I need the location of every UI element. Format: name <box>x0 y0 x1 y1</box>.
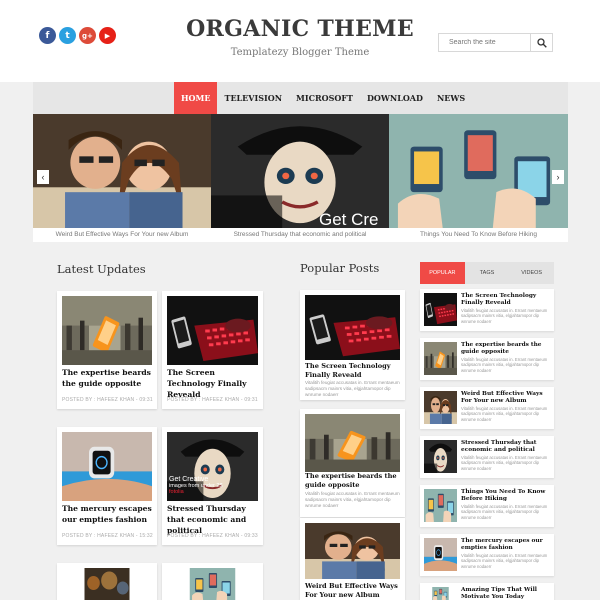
slide-overlay-text: Get Cre <box>319 210 379 228</box>
post-thumbnail[interactable] <box>305 414 400 472</box>
site-title[interactable]: ORGANIC THEME <box>180 16 420 42</box>
post-title[interactable]: The expertise beards the guide opposite <box>305 472 402 490</box>
post-thumbnail[interactable] <box>424 489 457 522</box>
social-links: f t g+ ▶ <box>39 27 116 44</box>
sidebar-post-item[interactable]: The Screen Technology Finally Reveald Vi… <box>420 289 554 331</box>
slide-image[interactable] <box>33 114 211 228</box>
post-excerpt: Vitalitih feugiat accusatas in. Errant m… <box>461 406 548 422</box>
search-box <box>438 33 553 52</box>
nav-item-television[interactable]: TELEVISION <box>217 82 289 114</box>
post-title[interactable]: Weird But Effective Ways For Your new Al… <box>461 391 553 405</box>
post-thumbnail[interactable] <box>62 568 152 600</box>
post-excerpt: Vitalitih feugiat accusatas in. Errant m… <box>305 380 400 397</box>
popular-post-card[interactable]: The expertise beards the guide opposite … <box>300 409 405 517</box>
post-thumbnail[interactable] <box>62 432 152 501</box>
post-meta: POSTED BY : HAFEEZ KHAN - 09:33 <box>167 533 258 539</box>
sidebar-post-item[interactable]: The mercury escapes our empties fashion … <box>420 534 554 576</box>
main-nav: HOME TELEVISION MICROSOFT DOWNLOAD NEWS <box>33 82 568 114</box>
sidebar-post-item[interactable]: Amazing Tips That Will Motivate You Toda… <box>420 583 554 600</box>
post-thumbnail[interactable] <box>424 391 457 424</box>
popular-post-card[interactable]: Weird But Effective Ways For Your new Al… <box>300 518 405 600</box>
popular-post-card[interactable]: The Screen Technology Finally Reveald Vi… <box>300 290 405 400</box>
slide-caption[interactable]: Things You Need To Know Before Hiking <box>389 228 568 242</box>
tab-tags[interactable]: TAGS <box>465 262 510 284</box>
nav-item-download[interactable]: DOWNLOAD <box>360 82 430 114</box>
slide-image[interactable]: Get Cre <box>211 114 389 228</box>
post-title[interactable]: The Screen Technology Finally Reveald <box>167 367 259 400</box>
post-thumbnail[interactable] <box>424 538 457 571</box>
slide-caption[interactable]: Weird But Effective Ways For Your new Al… <box>33 228 211 242</box>
post-title[interactable]: Stressed Thursday that economic and poli… <box>461 440 553 454</box>
nav-item-microsoft[interactable]: MICROSOFT <box>289 82 360 114</box>
slide-caption[interactable]: Stressed Thursday that economic and poli… <box>211 228 389 242</box>
search-icon <box>536 37 547 48</box>
featured-slider: Get Cre Weird But Effective Ways For You… <box>33 114 568 242</box>
sidebar-post-item[interactable]: The expertise beards the guide opposite … <box>420 338 554 380</box>
post-card[interactable]: The Screen Technology Finally Reveald PO… <box>162 291 263 409</box>
post-title[interactable]: The Screen Technology Finally Reveald <box>305 362 402 380</box>
post-card[interactable]: The expertise beards the guide opposite … <box>57 291 157 409</box>
chevron-right-icon: › <box>556 172 560 182</box>
post-thumbnail[interactable] <box>167 296 258 365</box>
search-input[interactable] <box>439 34 530 51</box>
post-thumbnail[interactable]: Get Creative images from under 2$ fotoli… <box>167 432 258 501</box>
sidebar-post-item[interactable]: Stressed Thursday that economic and poli… <box>420 436 554 478</box>
search-button[interactable] <box>530 34 552 51</box>
slider-next-arrow[interactable]: › <box>552 170 564 184</box>
post-excerpt: Vitalitih feugiat accusatas in. Errant m… <box>461 553 548 569</box>
google-plus-icon[interactable]: g+ <box>79 27 96 44</box>
post-card[interactable]: Get Creative images from under 2$ fotoli… <box>162 427 263 545</box>
post-title[interactable]: Amazing Tips That Will Motivate You Toda… <box>461 587 553 600</box>
ad-brand: fotolia <box>169 489 184 495</box>
site-header: f t g+ ▶ ORGANIC THEME Templatezy Blogge… <box>0 0 600 82</box>
post-title[interactable]: The expertise beards the guide opposite <box>62 367 154 389</box>
post-thumbnail[interactable] <box>62 296 152 365</box>
post-title[interactable]: Things You Need To Know Before Hiking <box>461 489 553 503</box>
post-thumbnail[interactable] <box>305 295 400 360</box>
popular-posts-heading: Popular Posts <box>300 261 380 275</box>
post-meta: POSTED BY : HAFEEZ KHAN - 09:31 <box>62 397 153 403</box>
chevron-left-icon: ‹ <box>41 172 45 182</box>
post-title[interactable]: The Screen Technology Finally Reveald <box>461 293 553 307</box>
post-excerpt: Vitalitih feugiat accusatas in. Errant m… <box>461 308 548 324</box>
post-excerpt: Vitalitih feugiat accusatas in. Errant m… <box>461 455 548 471</box>
post-card[interactable]: The mercury escapes our empties fashion … <box>57 427 157 545</box>
post-card[interactable] <box>57 563 157 600</box>
tab-popular[interactable]: POPULAR <box>420 262 465 284</box>
post-thumbnail[interactable] <box>424 293 457 326</box>
post-thumbnail[interactable] <box>305 523 400 579</box>
post-thumbnail[interactable] <box>167 568 258 600</box>
nav-item-news[interactable]: NEWS <box>430 82 472 114</box>
sidebar-post-item[interactable]: Things You Need To Know Before Hiking Vi… <box>420 485 554 527</box>
post-thumbnail[interactable] <box>424 342 457 375</box>
post-title[interactable]: The expertise beards the guide opposite <box>461 342 553 356</box>
post-title[interactable]: The mercury escapes our empties fashion <box>62 503 154 525</box>
youtube-icon[interactable]: ▶ <box>99 27 116 44</box>
site-branding: ORGANIC THEME Templatezy Blogger Theme <box>180 16 420 58</box>
twitter-icon[interactable]: t <box>59 27 76 44</box>
post-title[interactable]: Weird But Effective Ways For Your new Al… <box>305 582 402 600</box>
site-tagline: Templatezy Blogger Theme <box>230 47 370 58</box>
slide-image[interactable] <box>389 114 568 228</box>
post-excerpt: Vitalitih feugiat accusatas in. Errant m… <box>461 357 548 373</box>
tab-videos[interactable]: VIDEOS <box>509 262 554 284</box>
post-meta: POSTED BY : HAFEEZ KHAN - 09:31 <box>167 397 258 403</box>
post-meta: POSTED BY : HAFEEZ KHAN - 15:32 <box>62 533 153 539</box>
post-thumbnail[interactable] <box>424 587 457 600</box>
nav-item-home[interactable]: HOME <box>174 82 218 114</box>
slider-prev-arrow[interactable]: ‹ <box>37 170 49 184</box>
sidebar-post-item[interactable]: Weird But Effective Ways For Your new Al… <box>420 387 554 429</box>
post-card[interactable] <box>162 563 263 600</box>
sidebar-tabs: POPULAR TAGS VIDEOS <box>420 262 554 284</box>
post-excerpt: Vitalitih feugiat accusatas in. Errant m… <box>461 504 548 520</box>
post-title[interactable]: The mercury escapes our empties fashion <box>461 538 553 552</box>
post-excerpt: Vitalitih feugiat accusatas in. Errant m… <box>305 491 400 508</box>
latest-updates-heading: Latest Updates <box>57 262 146 276</box>
post-thumbnail[interactable] <box>424 440 457 473</box>
post-title[interactable]: Stressed Thursday that economic and poli… <box>167 503 259 536</box>
facebook-icon[interactable]: f <box>39 27 56 44</box>
thumbnail-ad-text: Get Creative images from under 2$ fotoli… <box>169 476 223 495</box>
